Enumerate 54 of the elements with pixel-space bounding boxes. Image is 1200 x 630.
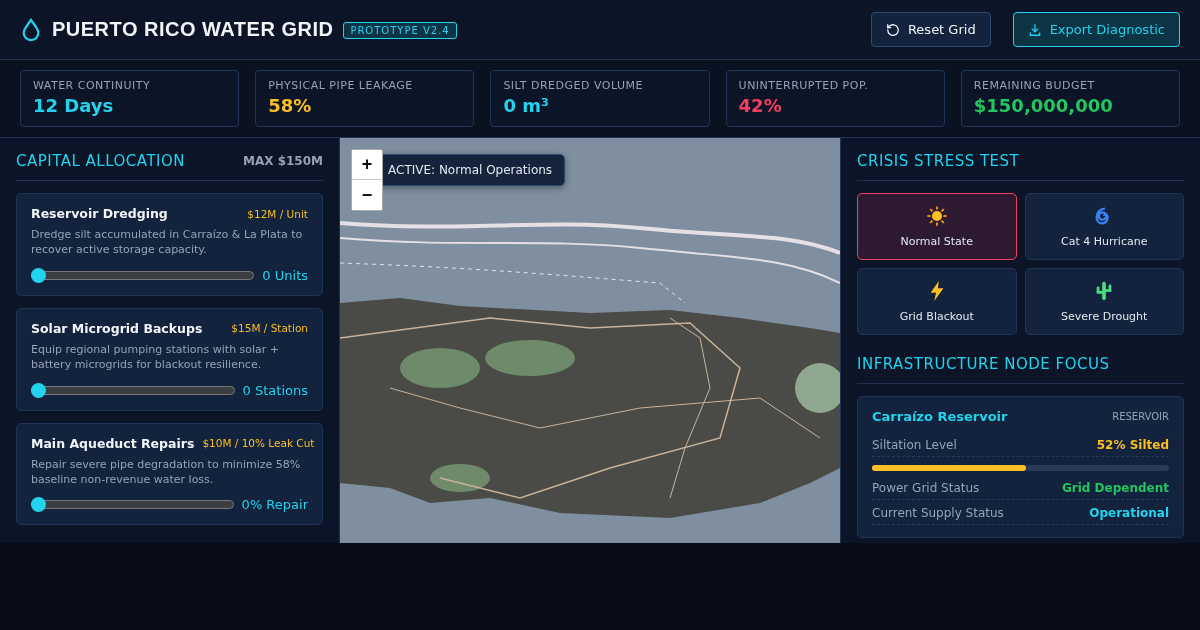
sun-icon — [925, 205, 948, 227]
kpi-value: 42% — [738, 95, 783, 116]
reset-icon — [885, 22, 900, 37]
slider-thumb[interactable] — [31, 497, 46, 513]
section-title: INFRASTRUCTURE NODE FOCUS — [857, 355, 1110, 373]
status-tooltip: ACTIVE: Normal Operations — [380, 154, 566, 186]
slider-thumb[interactable] — [31, 382, 46, 398]
allocation-description: Equip regional pumping stations with solar + battery microgrids for blackout resilience. — [31, 341, 281, 373]
unit-cost: $12M / Unit — [247, 207, 308, 220]
allocation-description: Dredge silt accumulated in Carraízo & La Plata to recover active storage capacity. — [31, 227, 304, 258]
kpi-label: PHYSICAL PIPE LEAKAGE — [268, 79, 414, 92]
kpi-label: WATER CONTINUITY — [33, 79, 152, 92]
detail-label: Siltation Level — [872, 438, 957, 452]
slider-track[interactable] — [31, 267, 255, 283]
budget-cap: MAX $150M — [243, 154, 323, 168]
slider-reading: 0 Units — [262, 267, 308, 283]
download-icon — [1027, 22, 1042, 37]
kpi-value: 0 m³ — [503, 95, 550, 116]
scenario-button[interactable]: Severe Drought — [1024, 268, 1184, 335]
allocation-name: Solar Microgrid Backups — [31, 320, 203, 336]
detail-value: Operational — [1089, 506, 1169, 520]
app-title: PUERTO RICO WATER GRID — [52, 18, 334, 41]
kpi-value: 58% — [268, 95, 313, 116]
slider-reading: 0 Stations — [242, 382, 308, 398]
kpi-value: $150,000,000 — [973, 95, 1114, 116]
detail-label: Power Grid Status — [872, 481, 980, 495]
detail-value: Grid Dependent — [1061, 481, 1169, 495]
zoom-in-button[interactable]: + — [352, 150, 382, 180]
node-type: RESERVOIR — [1112, 411, 1169, 422]
allocation-description: Repair severe pipe degradation to minimize 58% baseline non-revenue water loss. — [31, 456, 302, 488]
detail-label: Current Supply Status — [872, 506, 1004, 520]
slider-thumb[interactable] — [31, 267, 46, 283]
detail-value: 52% Silted — [1096, 438, 1169, 452]
kpi-value: 12 Days — [33, 95, 115, 116]
kpi-label: UNINTERRUPTED POP. — [738, 79, 870, 92]
unit-cost: $15M / Station — [231, 322, 308, 335]
node-name: Carraízo Reservoir — [872, 409, 1008, 424]
slider-track[interactable] — [31, 497, 234, 513]
reset-button[interactable]: Reset Grid — [870, 12, 991, 47]
export-button[interactable]: Export Diagnostic — [1012, 12, 1180, 47]
water-drop-icon — [20, 17, 42, 42]
allocation-name: Main Aqueduct Repairs — [31, 435, 195, 451]
scenario-button[interactable]: Normal State — [857, 193, 1017, 260]
version-badge: PROTOTYPE V2.4 — [343, 22, 457, 39]
section-title: CAPITAL ALLOCATION — [16, 152, 186, 170]
kpi-label: REMAINING BUDGET — [973, 79, 1096, 92]
section-title: CRISIS STRESS TEST — [857, 152, 1020, 170]
scenario-button[interactable]: Grid Blackout — [857, 268, 1017, 335]
kpi-label: SILT DREDGED VOLUME — [503, 79, 644, 92]
slider-reading: 0% Repair — [241, 497, 308, 513]
slider-track[interactable] — [31, 382, 235, 398]
allocation-name: Reservoir Dredging — [31, 206, 168, 221]
scenario-button[interactable]: Cat 4 Hurricane — [1024, 193, 1184, 260]
unit-cost: $10M / 10% Leak Cut — [202, 437, 315, 450]
